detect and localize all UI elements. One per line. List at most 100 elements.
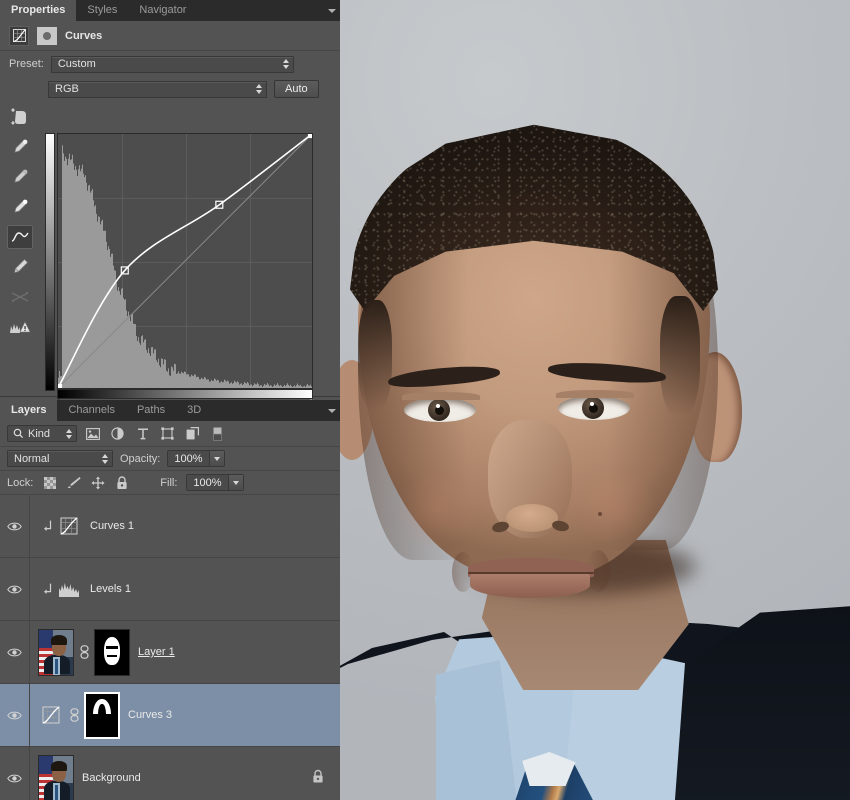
image-canvas[interactable] (340, 0, 850, 800)
layer-visibility-toggle[interactable] (0, 621, 30, 683)
preset-value: Custom (57, 58, 96, 70)
properties-panel-menu-button[interactable] (324, 0, 340, 21)
eye-icon (7, 585, 22, 593)
mask-dot (43, 31, 51, 40)
layer-name[interactable]: Layer 1 (138, 646, 175, 658)
curve-control-point-3[interactable] (307, 134, 312, 139)
curves-adjustment-icon[interactable] (38, 706, 64, 724)
pencil-draw-curve-icon[interactable] (7, 255, 33, 279)
smooth-curve-icon[interactable] (7, 285, 33, 309)
channel-value: RGB (55, 83, 79, 95)
layer-image-thumbnail[interactable] (38, 628, 74, 676)
adjustment-title: Curves (65, 29, 103, 42)
tab-channels[interactable]: Channels (57, 400, 126, 421)
layer-name[interactable]: Curves 3 (128, 709, 172, 721)
blend-mode-select[interactable]: Normal (7, 450, 113, 467)
auto-button[interactable]: Auto (274, 80, 319, 98)
fill-field[interactable]: 100% (186, 474, 244, 491)
filter-toggle-icon[interactable] (210, 426, 225, 441)
layer-body[interactable]: Levels 1 (30, 558, 340, 620)
eye-icon (7, 648, 22, 656)
filter-shape-layers-icon[interactable] (160, 426, 175, 441)
lock-all-icon[interactable] (114, 475, 129, 490)
layer-row[interactable]: Levels 1 (0, 558, 340, 621)
filter-smart-object-icon[interactable] (185, 426, 200, 441)
clipping-mask-arrow-icon (38, 583, 56, 596)
clipping-mask-arrow-icon (43, 583, 51, 594)
layer-body[interactable]: Layer 1 (30, 621, 340, 683)
layer-mask-thumbnail[interactable] (94, 628, 130, 676)
on-image-adjust-icon[interactable] (7, 105, 33, 129)
mouth-line (468, 572, 594, 574)
tab-styles[interactable]: Styles (76, 0, 129, 21)
layer-body[interactable]: Background (30, 747, 340, 800)
curves-adjustment-icon (60, 517, 78, 535)
link-layers-icon[interactable] (64, 708, 84, 722)
tab-paths[interactable]: Paths (125, 400, 177, 421)
layer-name[interactable]: Curves 1 (90, 520, 134, 532)
link-layers-icon[interactable] (74, 645, 94, 659)
clipping-warning-icon[interactable] (7, 315, 33, 339)
layer-mask-thumbnail[interactable] (84, 691, 120, 739)
tab-layers[interactable]: Layers (0, 400, 58, 421)
curves-adjustment-icon[interactable] (56, 517, 82, 535)
blend-mode-spinner-icon (102, 453, 108, 464)
curve-edit-points-icon[interactable] (7, 225, 33, 249)
eye-glint-right (590, 402, 594, 406)
layer-visibility-toggle[interactable] (0, 558, 30, 620)
lock-transparent-pixels-icon[interactable] (42, 475, 57, 490)
layer-image-thumbnail (39, 629, 73, 675)
levels-adjustment-icon[interactable] (56, 581, 82, 597)
layer-row[interactable]: Curves 3 (0, 684, 340, 747)
opacity-value: 100% (168, 451, 209, 466)
curve-overlay[interactable] (58, 134, 312, 388)
layers-tab-bar: Layers Channels Paths 3D (0, 400, 340, 421)
layer-body[interactable]: Curves 3 (30, 684, 340, 746)
layer-image-thumbnail[interactable] (38, 754, 74, 800)
preset-select[interactable]: Custom (50, 55, 294, 73)
eye-icon (7, 522, 22, 530)
black-point-eyedropper-icon[interactable] (7, 135, 33, 159)
layer-visibility-toggle[interactable] (0, 747, 30, 800)
lock-position-icon[interactable] (90, 475, 105, 490)
tab-properties[interactable]: Properties (0, 0, 77, 21)
filter-adjustment-layers-icon[interactable] (110, 426, 125, 441)
filter-kind-select[interactable]: Kind (7, 425, 77, 442)
levels-adjustment-icon (59, 583, 79, 597)
channel-select[interactable]: RGB (48, 80, 267, 98)
layer-row[interactable]: Layer 1 (0, 621, 340, 684)
preset-spinner-icon (282, 59, 289, 69)
layer-visibility-toggle[interactable] (0, 684, 30, 746)
curve-tool-strip (0, 103, 40, 393)
layer-row[interactable]: Background (0, 747, 340, 800)
properties-panel: Curves Preset: Custom RGB Auto (0, 21, 340, 407)
fill-dropdown-icon[interactable] (227, 475, 243, 490)
gray-point-eyedropper-icon[interactable] (7, 165, 33, 189)
opacity-dropdown-icon[interactable] (208, 451, 224, 466)
layer-visibility-toggle[interactable] (0, 495, 30, 557)
facial-mole (598, 512, 602, 516)
filter-pixel-layers-icon[interactable] (85, 426, 100, 441)
opacity-field[interactable]: 100% (167, 450, 225, 467)
search-icon (13, 428, 24, 439)
link-layers-icon (79, 645, 89, 659)
left-panel-dock: Properties Styles Navigator Curves Prese… (0, 0, 340, 800)
layer-name[interactable]: Background (82, 772, 141, 784)
layers-panel-menu-button[interactable] (324, 400, 340, 421)
canvas-gap-strip (0, 388, 340, 400)
layer-row[interactable]: Curves 1 (0, 495, 340, 558)
layer-mask-thumbnail (86, 693, 118, 737)
lock-image-pixels-icon[interactable] (66, 475, 81, 490)
layer-mask-icon[interactable] (37, 26, 57, 45)
layer-name[interactable]: Levels 1 (90, 583, 131, 595)
layer-body[interactable]: Curves 1 (30, 495, 340, 557)
curve-graph[interactable] (57, 133, 313, 389)
curves-adjustment-icon[interactable] (9, 25, 29, 46)
filter-type-icons (85, 426, 225, 441)
tab-3d[interactable]: 3D (176, 400, 213, 421)
white-point-eyedropper-icon[interactable] (7, 195, 33, 219)
filter-type-layers-icon[interactable] (135, 426, 150, 441)
tab-navigator[interactable]: Navigator (128, 0, 198, 21)
layers-panel: Layers Channels Paths 3D Kind Normal Opa… (0, 400, 340, 800)
output-gradient-bar (45, 133, 55, 391)
